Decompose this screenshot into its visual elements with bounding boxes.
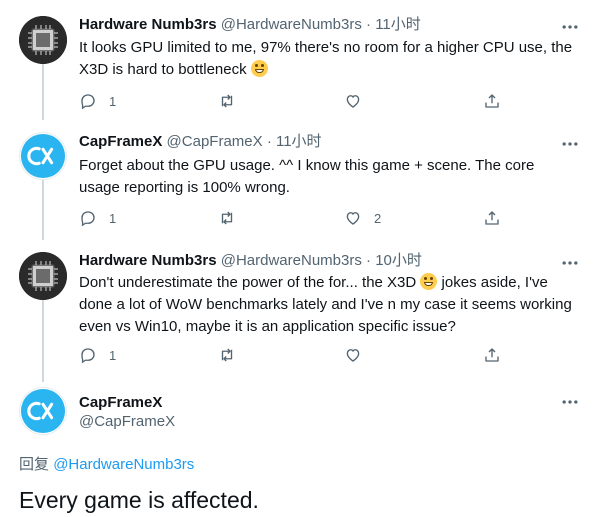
reply-count: 1 [109,93,117,109]
tweet-header: CapFrameX @CapFrameX · 11小时 [79,132,322,152]
author-name[interactable]: CapFrameX [79,393,162,413]
tweet-text: It looks GPU limited to me, 97% there's … [79,37,579,81]
share-button[interactable] [483,208,501,228]
more-horizontal-icon [562,25,578,29]
retweet-icon [221,211,233,225]
avatar[interactable] [19,132,67,180]
heart-icon [346,212,360,225]
share-icon [485,348,499,362]
more-horizontal-icon [562,400,578,404]
reply-icon [81,94,95,110]
main-tweet-text: Every game is affected. [19,487,259,513]
share-button[interactable] [483,91,501,111]
timestamp[interactable]: 11小时 [276,133,322,150]
retweet-button[interactable] [218,345,236,365]
timestamp[interactable]: 10小时 [375,252,422,269]
tweet-header: Hardware Numb3rs @HardwareNumb3rs · 11小时 [79,15,421,35]
share-icon [485,211,499,225]
reply-icon [81,211,95,227]
more-options-button[interactable] [560,253,580,273]
author-name[interactable]: CapFrameX [79,133,162,150]
capframex-logo-icon [20,133,66,179]
share-icon [485,94,499,108]
retweet-button[interactable] [218,91,236,111]
tweet-text-part: Forget about the GPU usage. ^^ I know th… [79,157,535,196]
more-options-button[interactable] [560,17,580,37]
author-name[interactable]: Hardware Numb3rs [79,252,217,269]
tweet-actions: 1 2 [79,208,579,228]
retweet-icon [221,94,233,108]
replying-to-label: 回复 [19,456,50,473]
replying-to-handle-link[interactable]: @HardwareNumb3rs [53,456,194,473]
reply-tweet[interactable]: CapFrameX @CapFrameX · 11小时 Forget about… [0,120,594,240]
more-options-button[interactable] [560,392,580,412]
reply-count: 1 [109,347,117,363]
more-horizontal-icon [562,142,578,146]
avatar[interactable] [19,16,67,64]
heart-icon [346,95,360,108]
hardware-numb3rs-logo-icon [19,252,67,300]
reply-button[interactable]: 1 [79,345,116,365]
like-button[interactable] [344,345,374,365]
like-count: 2 [374,210,382,226]
reply-button[interactable]: 1 [79,208,116,228]
like-button[interactable] [344,91,374,111]
author-handle[interactable]: @HardwareNumb3rs [221,16,362,33]
tweet-text: Don't underestimate the power of the for… [79,272,579,338]
author-name[interactable]: Hardware Numb3rs [79,16,217,33]
grinning-face-emoji-icon [250,60,268,77]
more-horizontal-icon [562,261,578,265]
retweet-icon [221,348,233,362]
heart-icon [346,349,360,362]
separator-dot: · [366,16,372,33]
tweet-text-part: It looks GPU limited to me, 97% there's … [79,39,573,78]
hardware-numb3rs-logo-icon [19,16,67,64]
reply-count: 1 [109,210,117,226]
separator-dot: · [366,252,372,269]
tweet-text: Forget about the GPU usage. ^^ I know th… [79,155,579,199]
avatar[interactable] [19,387,67,435]
avatar[interactable] [19,252,67,300]
author-handle[interactable]: @HardwareNumb3rs [221,252,362,269]
reply-tweet[interactable]: Hardware Numb3rs @HardwareNumb3rs · 11小时… [0,0,594,120]
like-button[interactable]: 2 [344,208,381,228]
separator-dot: · [266,133,272,150]
reply-icon [81,348,95,364]
replying-to-line: 回复 @HardwareNumb3rs [19,455,194,475]
reply-tweet[interactable]: Hardware Numb3rs @HardwareNumb3rs · 10小时… [0,240,594,380]
reply-button[interactable]: 1 [79,91,116,111]
retweet-button[interactable] [218,208,236,228]
tweet-actions: 1 [79,91,579,111]
more-options-button[interactable] [560,134,580,154]
author-handle[interactable]: @CapFrameX [167,133,263,150]
capframex-logo-icon [20,388,66,434]
share-button[interactable] [483,345,501,365]
tweet-text-part: Don't underestimate the power of the for… [79,274,421,291]
author-handle[interactable]: @CapFrameX [79,412,175,432]
timestamp[interactable]: 11小时 [375,16,421,33]
tweet-actions: 1 [79,345,579,365]
tweet-header: Hardware Numb3rs @HardwareNumb3rs · 10小时 [79,251,422,271]
grinning-face-emoji-icon [420,273,438,290]
